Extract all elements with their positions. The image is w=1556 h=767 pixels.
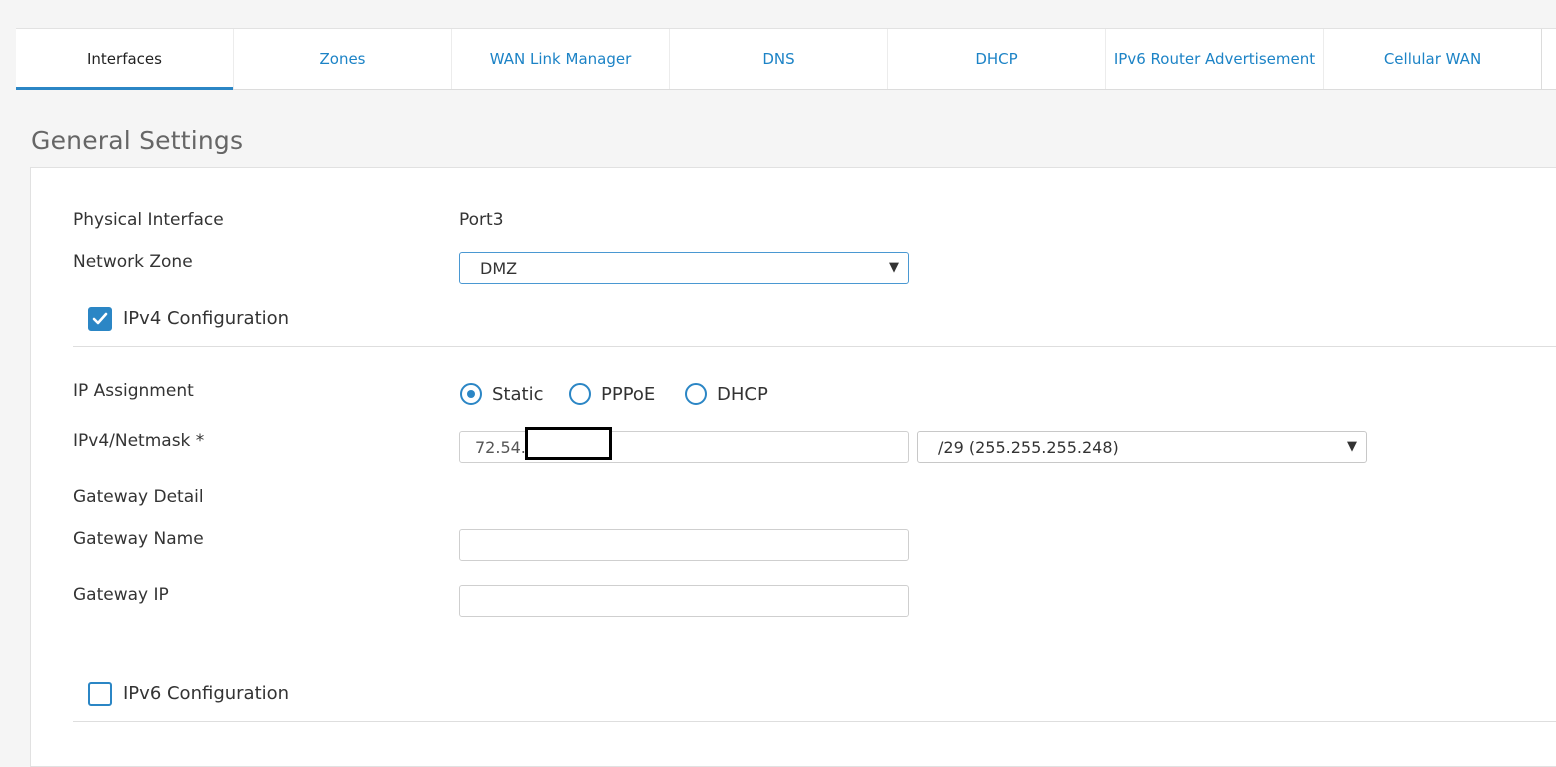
general-settings-panel: Physical Interface Port3 Network Zone DM… [30, 167, 1556, 767]
ipv4-configuration-checkbox[interactable] [88, 307, 112, 331]
divider [73, 721, 1556, 722]
physical-interface-value: Port3 [459, 210, 504, 230]
tab-dhcp[interactable]: DHCP [888, 29, 1106, 89]
radio-pppoe-label: PPPoE [601, 384, 656, 405]
ipv4-address-value: 72.54. [475, 437, 526, 457]
gateway-name-input[interactable] [459, 529, 909, 561]
triangle-down-icon: ▼ [1347, 439, 1357, 454]
radio-static[interactable] [460, 383, 482, 405]
ipv4-address-input[interactable]: 72.54. [459, 427, 909, 463]
ipv4-netmask-label: IPv4/Netmask * [73, 431, 205, 451]
ipv6-configuration-checkbox[interactable] [88, 682, 112, 706]
netmask-select[interactable]: /29 (255.255.255.248) ▼ [917, 431, 1367, 463]
ip-assignment-label: IP Assignment [73, 381, 194, 401]
tab-ipv6-router-advertisement[interactable]: IPv6 Router Advertisement [1106, 29, 1324, 89]
ipv6-configuration-label: IPv6 Configuration [123, 683, 290, 704]
gateway-detail-label: Gateway Detail [73, 487, 204, 507]
divider [73, 346, 1556, 347]
gateway-ip-label: Gateway IP [73, 585, 169, 605]
triangle-down-icon: ▼ [889, 260, 899, 275]
tab-interfaces[interactable]: Interfaces [16, 29, 234, 90]
tab-zones[interactable]: Zones [234, 29, 452, 89]
checkmark-icon [92, 312, 108, 325]
tab-cellular-wan[interactable]: Cellular WAN [1324, 29, 1542, 89]
radio-pppoe[interactable] [569, 383, 591, 405]
network-zone-selected-value: DMZ [480, 258, 518, 278]
tab-dns[interactable]: DNS [670, 29, 888, 89]
tab-bar: Interfaces Zones WAN Link Manager DNS DH… [16, 28, 1556, 90]
radio-static-label: Static [492, 384, 544, 405]
radio-dhcp[interactable] [685, 383, 707, 405]
network-zone-label: Network Zone [73, 252, 193, 272]
section-title: General Settings [31, 126, 244, 155]
gateway-ip-input[interactable] [459, 585, 909, 617]
ipv4-configuration-label: IPv4 Configuration [123, 308, 290, 329]
redaction-box [525, 427, 612, 460]
radio-dhcp-label: DHCP [717, 384, 768, 405]
network-zone-select[interactable]: DMZ ▼ [459, 252, 909, 284]
physical-interface-label: Physical Interface [73, 210, 224, 230]
tab-wan-link-manager[interactable]: WAN Link Manager [452, 29, 670, 89]
netmask-selected-value: /29 (255.255.255.248) [938, 437, 1119, 457]
gateway-name-label: Gateway Name [73, 529, 204, 549]
